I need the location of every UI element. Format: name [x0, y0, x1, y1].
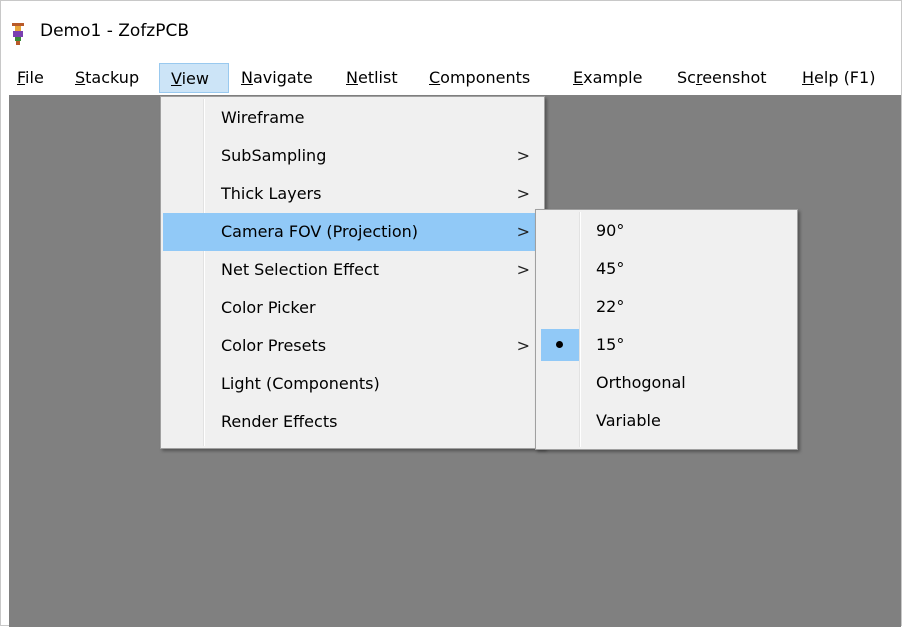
menu-item-color-picker[interactable]: Color Picker: [163, 289, 542, 327]
menu-item-thick-layers[interactable]: Thick Layers >: [163, 175, 542, 213]
app-window: Demo1 - ZofzPCB File Stackup View Naviga…: [0, 0, 902, 627]
menu-components[interactable]: Components: [429, 63, 530, 93]
menu-netlist[interactable]: Netlist: [346, 63, 398, 93]
menu-file[interactable]: File: [17, 63, 44, 93]
menu-item-wireframe[interactable]: Wireframe: [163, 99, 542, 137]
fov-option-45[interactable]: 45°: [538, 250, 795, 288]
menu-item-camera-fov[interactable]: Camera FOV (Projection) >: [163, 213, 542, 251]
menu-example[interactable]: Example: [573, 63, 642, 93]
menu-screenshot[interactable]: Screenshot: [677, 63, 767, 93]
fov-option-variable[interactable]: Variable: [538, 402, 795, 440]
menu-item-light-components[interactable]: Light (Components): [163, 365, 542, 403]
menu-item-render-effects[interactable]: Render Effects: [163, 403, 542, 441]
radio-check-cell: [541, 329, 579, 361]
menu-stackup[interactable]: Stackup: [75, 63, 139, 93]
title-bar: Demo1 - ZofzPCB: [1, 1, 901, 61]
chevron-right-icon: >: [516, 184, 530, 203]
fov-option-15[interactable]: 15°: [538, 326, 795, 364]
menu-view[interactable]: View: [159, 63, 229, 93]
menu-item-color-presets[interactable]: Color Presets >: [163, 327, 542, 365]
camera-fov-submenu: 90° 45° 22° 15° Orthogonal Variable: [535, 209, 798, 450]
app-icon: [12, 23, 24, 45]
fov-option-90[interactable]: 90°: [538, 212, 795, 250]
chevron-right-icon: >: [516, 260, 530, 279]
radio-bullet-icon: [556, 341, 563, 348]
menu-navigate[interactable]: Navigate: [241, 63, 313, 93]
menu-help[interactable]: Help (F1): [802, 63, 875, 93]
view-menu: Wireframe SubSampling > Thick Layers > C…: [160, 96, 545, 449]
chevron-right-icon: >: [516, 146, 530, 165]
window-title: Demo1 - ZofzPCB: [40, 21, 190, 41]
chevron-right-icon: >: [516, 336, 530, 355]
fov-option-22[interactable]: 22°: [538, 288, 795, 326]
fov-option-orthogonal[interactable]: Orthogonal: [538, 364, 795, 402]
menu-bar: File Stackup View Navigate Netlist Compo…: [1, 61, 901, 95]
menu-item-net-selection-effect[interactable]: Net Selection Effect >: [163, 251, 542, 289]
chevron-right-icon: >: [516, 222, 530, 241]
menu-item-subsampling[interactable]: SubSampling >: [163, 137, 542, 175]
